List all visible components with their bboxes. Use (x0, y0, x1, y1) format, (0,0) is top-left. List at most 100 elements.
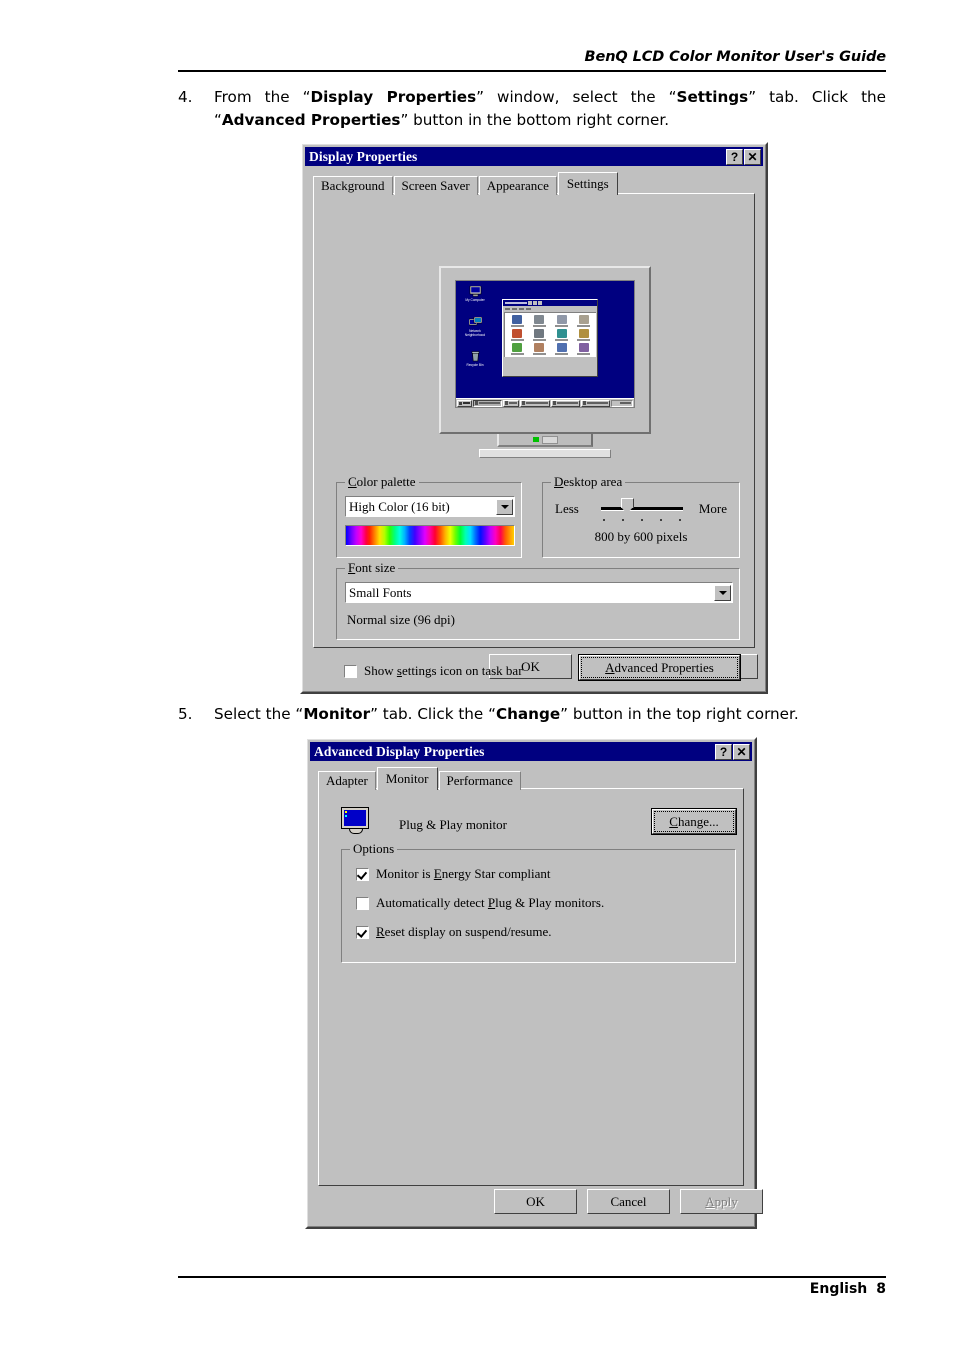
desktop-area-less-label: Less (555, 501, 579, 516)
display-properties-dialog[interactable]: Display Properties ? ✕ Background Screen… (300, 142, 768, 694)
color-palette-label: Color palette (345, 474, 419, 490)
font-size-combobox[interactable]: Small Fonts (345, 582, 733, 603)
cancel-button-label: Cancel (610, 1193, 647, 1209)
energy-star-label: Monitor is Energy Star compliant (376, 866, 551, 881)
computer-icon (469, 285, 482, 297)
color-palette-combobox[interactable]: High Color (16 bit) (345, 496, 515, 517)
help-icon[interactable]: ? (715, 743, 732, 760)
advanced-display-tabstrip[interactable]: Adapter Monitor Performance (318, 767, 752, 790)
monitor-icon (341, 807, 371, 835)
font-size-note: Normal size (96 dpi) (347, 612, 455, 627)
tab-appearance[interactable]: Appearance (478, 176, 557, 195)
monitor-stand-base (479, 449, 611, 458)
preview-desktop-icon-recycle-bin: Recycle Bin (462, 351, 488, 367)
auto-detect-label: Automatically detect Plug & Play monitor… (376, 895, 605, 910)
tab-screen-saver[interactable]: Screen Saver (393, 176, 478, 195)
network-icon (468, 316, 482, 328)
footer-page-number: 8 (876, 1281, 886, 1297)
font-size-label: Font size (345, 560, 399, 576)
step-4: 4. From the “Display Properties” window,… (178, 86, 886, 132)
ok-button-label: OK (521, 658, 540, 674)
color-palette-gradient (345, 525, 515, 546)
monitor-tab-page: Plug & Play monitor Change... Options Mo… (318, 788, 744, 1186)
desktop-area-resolution: 800 by 600 pixels (594, 529, 688, 544)
preview-taskbar (456, 398, 634, 407)
tab-performance[interactable]: Performance (438, 771, 521, 790)
advanced-properties-button-label: Advanced Properties (605, 659, 714, 675)
show-settings-icon-label: Show settings icon on task bar (364, 663, 523, 678)
preview-inner-menubar (503, 306, 597, 311)
desktop-area-slider-ticks (603, 519, 681, 521)
preview-desktop-icon-my-computer: My Computer (462, 285, 488, 302)
header-rule (178, 70, 886, 72)
preview-icon-label: Network Neighborhood (464, 329, 486, 337)
font-size-value: Small Fonts (349, 584, 412, 600)
advanced-display-title: Advanced Display Properties (314, 743, 485, 759)
advanced-display-apply-button: Apply (680, 1189, 763, 1214)
help-icon[interactable]: ? (726, 148, 743, 165)
preview-task-button (503, 399, 520, 407)
preview-icon-label: My Computer (465, 298, 485, 302)
preview-icon-label: Recycle Bin (466, 363, 484, 367)
display-properties-tabstrip[interactable]: Background Screen Saver Appearance Setti… (313, 172, 763, 195)
footer-language: English (809, 1281, 868, 1297)
show-settings-icon-checkbox-row[interactable]: Show settings icon on task bar (344, 663, 523, 679)
tab-settings[interactable]: Settings (557, 172, 618, 195)
close-icon[interactable]: ✕ (744, 148, 761, 165)
step-5-text: Select the “Monitor” tab. Click the “Cha… (214, 705, 799, 723)
change-button-label: Change... (669, 813, 719, 829)
preview-screen: My Computer Network Neighborhood Recycle… (455, 280, 635, 408)
advanced-display-properties-dialog[interactable]: Advanced Display Properties ? ✕ Adapter … (305, 737, 763, 1229)
preview-inner-icongrid (504, 312, 596, 357)
settings-tab-page: My Computer Network Neighborhood Recycle… (313, 193, 755, 681)
advanced-display-cancel-button[interactable]: Cancel (587, 1189, 670, 1214)
step-4-number: 4. (178, 88, 193, 106)
advanced-display-titlebar[interactable]: Advanced Display Properties ? ✕ (310, 742, 752, 761)
footer-rule (178, 1276, 886, 1278)
options-group-label: Options (350, 841, 398, 857)
apply-button-label: Apply (705, 1193, 738, 1209)
color-palette-value: High Color (16 bit) (349, 498, 450, 514)
desktop-area-label: Desktop area (551, 474, 626, 490)
chevron-down-icon[interactable] (714, 584, 731, 601)
preview-task-button (520, 399, 550, 407)
chevron-down-icon[interactable] (496, 498, 513, 515)
preview-task-button (550, 399, 580, 407)
preview-inner-window (502, 299, 598, 377)
monitor-stand-neck (497, 434, 593, 447)
preview-desktop-icon-network: Network Neighborhood (462, 316, 488, 337)
tab-monitor[interactable]: Monitor (376, 767, 438, 790)
reset-display-checkbox[interactable] (356, 925, 369, 939)
ok-button-label: OK (526, 1193, 545, 1209)
display-properties-titlebar[interactable]: Display Properties ? ✕ (305, 147, 763, 166)
font-size-group: Font size Small Fonts Normal size (96 dp… (336, 560, 740, 640)
desktop-area-group: Desktop area Less More 800 by 600 pixels (542, 474, 740, 558)
advanced-properties-button[interactable]: Advanced Properties (578, 654, 741, 681)
step-5: 5. Select the “Monitor” tab. Click the “… (178, 703, 886, 726)
advanced-display-ok-button[interactable]: OK (494, 1189, 577, 1214)
close-icon[interactable]: ✕ (733, 743, 750, 760)
power-led-icon (532, 437, 539, 442)
monitor-button-icon (541, 435, 558, 444)
desktop-area-slider-track[interactable] (601, 507, 683, 511)
show-settings-icon-checkbox[interactable] (344, 664, 357, 678)
color-palette-group: Color palette High Color (16 bit) (336, 474, 522, 558)
monitor-preview: My Computer Network Neighborhood Recycle… (439, 266, 651, 434)
desktop-area-slider-thumb[interactable] (621, 498, 634, 514)
auto-detect-checkbox-row[interactable]: Automatically detect Plug & Play monitor… (356, 895, 604, 911)
energy-star-checkbox[interactable] (356, 867, 369, 881)
energy-star-checkbox-row[interactable]: Monitor is Energy Star compliant (356, 866, 551, 882)
preview-task-button (473, 399, 503, 407)
reset-display-label: Reset display on suspend/resume. (376, 924, 552, 939)
page-footer: English 8 (178, 1281, 886, 1297)
change-button[interactable]: Change... (651, 808, 737, 835)
step-4-text: From the “Display Properties” window, se… (214, 88, 887, 129)
page-header: BenQ LCD Color Monitor User's Guide (178, 48, 887, 66)
reset-display-checkbox-row[interactable]: Reset display on suspend/resume. (356, 924, 551, 940)
auto-detect-checkbox[interactable] (356, 896, 369, 910)
tab-adapter[interactable]: Adapter (318, 771, 376, 790)
tab-background[interactable]: Background (313, 176, 393, 195)
display-properties-title: Display Properties (309, 148, 418, 164)
preview-task-button (580, 399, 610, 407)
recycle-bin-icon (469, 351, 482, 362)
